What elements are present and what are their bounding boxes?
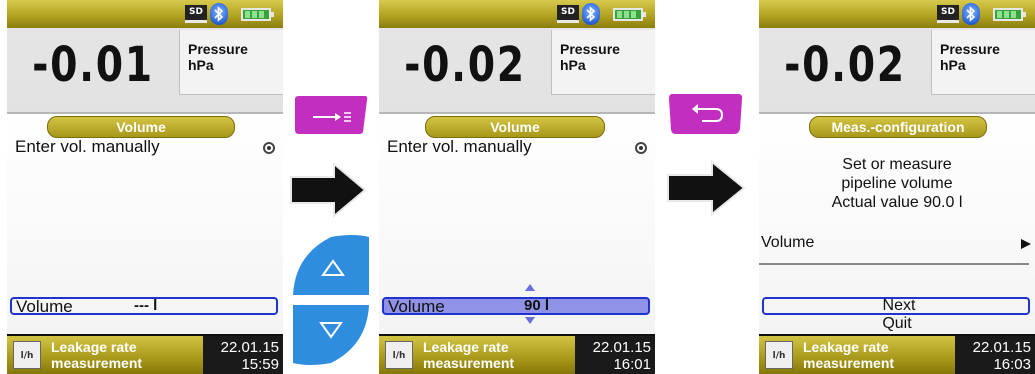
status-bar: SD — [7, 0, 283, 28]
info-actual-value: Actual value 90.0 l — [831, 194, 963, 211]
unit-name: Pressure — [188, 41, 248, 57]
mode-line-1: Leakage rate — [423, 339, 509, 355]
mode-line-2: measurement — [803, 355, 895, 371]
radio-selected-icon[interactable] — [635, 142, 647, 154]
option-enter-volume-manually[interactable]: Enter vol. manually — [387, 137, 532, 157]
leakage-measurement-icon: l/h — [13, 341, 41, 369]
time: 16:01 — [613, 356, 651, 373]
bluetooth-icon — [962, 3, 980, 25]
info-line-1: Set or measure — [842, 156, 952, 173]
leakage-measurement-icon: l/h — [765, 341, 793, 369]
pressure-value: -0.02 — [404, 37, 526, 93]
time: 16:03 — [993, 356, 1031, 373]
flow-arrow-icon — [666, 158, 748, 223]
pressure-value: -0.01 — [32, 37, 154, 93]
unit-name: Pressure — [940, 41, 1000, 57]
mode-line-2: measurement — [423, 355, 515, 371]
flow-arrow-icon — [289, 160, 369, 225]
datetime: 22.01.15 16:01 — [575, 336, 655, 374]
menu-title: Volume — [47, 116, 235, 138]
device-screen-3: SD -0.02 Pressure hPa Meas.-configuratio… — [759, 0, 1035, 374]
down-arrow-key-icon[interactable] — [291, 303, 371, 372]
mode-indicator: l/h Leakage rate measurement — [759, 336, 955, 374]
volume-menu-item[interactable]: Volume — [761, 234, 814, 252]
mode-line-2: measurement — [51, 355, 143, 371]
device-screen-1: SD -0.01 Pressure hPa Volume Enter vol. … — [7, 0, 283, 374]
time: 15:59 — [241, 356, 279, 373]
bottom-status-bar: l/h Leakage rate measurement 22.01.15 16… — [379, 334, 655, 374]
menu-title: Meas.-configuration — [809, 116, 987, 138]
value-stepper-icon[interactable] — [524, 284, 536, 324]
bottom-status-bar: l/h Leakage rate measurement 22.01.15 16… — [759, 334, 1035, 374]
date: 22.01.15 — [592, 339, 651, 356]
volume-field[interactable]: Volume --- l — [10, 297, 278, 316]
datetime: 22.01.15 16:03 — [955, 336, 1035, 374]
info-line-2: pipeline volume — [841, 175, 953, 192]
pressure-value: -0.02 — [784, 37, 906, 93]
unit: hPa — [188, 57, 214, 73]
battery-icon — [993, 8, 1026, 21]
quit-button[interactable]: Quit — [759, 315, 1035, 333]
datetime: 22.01.15 15:59 — [203, 336, 283, 374]
volume-field-editing[interactable]: Volume 90 l — [382, 297, 650, 316]
radio-selected-icon[interactable] — [263, 142, 275, 154]
battery-icon — [241, 8, 274, 21]
sd-card-icon: SD — [937, 5, 959, 23]
up-arrow-key-icon[interactable] — [291, 233, 371, 302]
menu-title: Volume — [425, 116, 605, 138]
enter-key-icon[interactable] — [291, 95, 369, 140]
date: 22.01.15 — [972, 339, 1031, 356]
status-bar: SD — [759, 0, 1035, 28]
next-button[interactable]: Next — [762, 297, 1030, 315]
bluetooth-icon — [210, 3, 228, 25]
device-screen-2: SD -0.02 Pressure hPa Volume Enter vol. … — [379, 0, 655, 374]
volume-field-label: Volume — [16, 297, 73, 316]
submenu-arrow-icon[interactable] — [1021, 239, 1031, 249]
sd-card-icon: SD — [185, 5, 207, 23]
bluetooth-icon — [582, 3, 600, 25]
unit-box: Pressure hPa — [931, 30, 1035, 95]
volume-field-value: --- l — [134, 297, 158, 314]
unit-box: Pressure hPa — [551, 30, 655, 95]
date: 22.01.15 — [220, 339, 279, 356]
option-enter-volume-manually[interactable]: Enter vol. manually — [15, 137, 160, 157]
mode-line-1: Leakage rate — [51, 339, 137, 355]
divider — [759, 263, 1029, 265]
unit-name: Pressure — [560, 41, 620, 57]
volume-field-label: Volume — [388, 297, 445, 316]
back-key-icon[interactable] — [666, 93, 746, 140]
next-button-label: Next — [882, 297, 916, 314]
unit: hPa — [560, 57, 586, 73]
unit-box: Pressure hPa — [179, 30, 283, 95]
unit: hPa — [940, 57, 966, 73]
mode-indicator: l/h Leakage rate measurement — [379, 336, 575, 374]
mode-line-1: Leakage rate — [803, 339, 889, 355]
leakage-measurement-icon: l/h — [385, 341, 413, 369]
battery-icon — [613, 8, 646, 21]
sd-card-icon: SD — [557, 5, 579, 23]
bottom-status-bar: l/h Leakage rate measurement 22.01.15 15… — [7, 334, 283, 374]
status-bar: SD — [379, 0, 655, 28]
mode-indicator: l/h Leakage rate measurement — [7, 336, 203, 374]
